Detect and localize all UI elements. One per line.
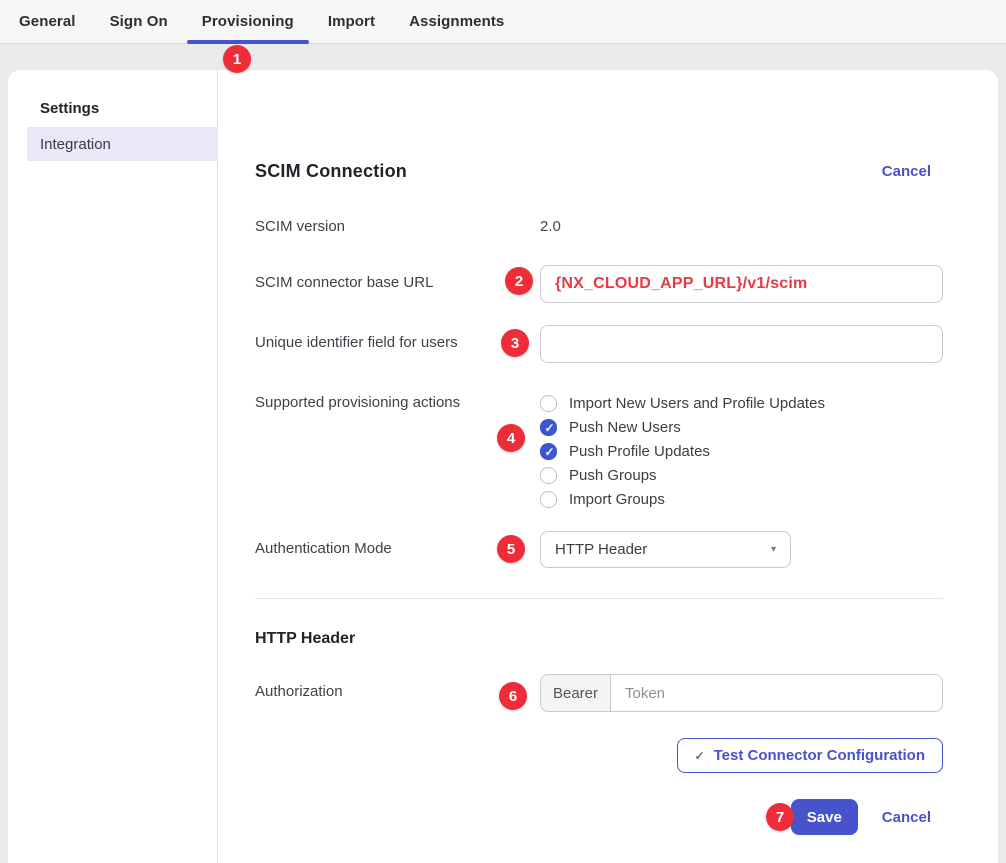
test-connector-label: Test Connector Configuration — [714, 747, 925, 764]
callout-badge-7: 7 — [766, 803, 794, 831]
checkbox-row-import-users-updates[interactable]: Import New Users and Profile Updates — [540, 391, 943, 415]
tab-sign-on[interactable]: Sign On — [93, 0, 185, 43]
auth-mode-row: Authentication Mode HTTP Header — [255, 531, 943, 568]
callout-badge-4: 4 — [497, 424, 525, 452]
checkbox-row-import-groups[interactable]: Import Groups — [540, 487, 943, 511]
callout-badge-6: 6 — [499, 682, 527, 710]
cancel-link-bottom[interactable]: Cancel — [882, 809, 931, 826]
app-tab-bar: General Sign On Provisioning Import Assi… — [0, 0, 1006, 44]
callout-badge-1: 1 — [223, 45, 251, 73]
test-connector-configuration-button[interactable]: Test Connector Configuration — [677, 738, 943, 773]
provisioning-actions-row: Supported provisioning actions Import Ne… — [255, 391, 943, 511]
http-header-section-title: HTTP Header — [255, 630, 355, 648]
provisioning-actions-label: Supported provisioning actions — [255, 391, 540, 511]
checkbox-push-new-users[interactable] — [540, 419, 557, 436]
settings-sidebar: Settings Integration — [8, 70, 218, 863]
cancel-link-top[interactable]: Cancel — [882, 163, 931, 180]
callout-badge-3: 3 — [501, 329, 529, 357]
bearer-prefix: Bearer — [541, 675, 611, 711]
section-divider — [255, 598, 943, 599]
authorization-row: Authorization Bearer — [255, 674, 943, 712]
content-card: Settings Integration SCIM Connection Can… — [8, 70, 998, 863]
unique-id-row: Unique identifier field for users — [255, 325, 943, 363]
base-url-input[interactable] — [540, 265, 943, 303]
auth-mode-select[interactable]: HTTP Header — [540, 531, 791, 568]
check-icon — [695, 749, 705, 763]
checkbox-row-push-new-users[interactable]: Push New Users — [540, 415, 943, 439]
scim-connection-panel: SCIM Connection Cancel SCIM version 2.0 … — [218, 70, 998, 863]
checkbox-push-profile-updates[interactable] — [540, 443, 557, 460]
panel-title: SCIM Connection — [255, 161, 407, 182]
checkbox-row-push-groups[interactable]: Push Groups — [540, 463, 943, 487]
form-actions: Save Cancel — [791, 799, 931, 835]
checkbox-row-push-profile-updates[interactable]: Push Profile Updates — [540, 439, 943, 463]
base-url-label: SCIM connector base URL — [255, 265, 540, 303]
checkbox-label: Push New Users — [569, 419, 681, 436]
auth-mode-selected-value: HTTP Header — [555, 541, 771, 558]
scim-version-value: 2.0 — [540, 218, 561, 235]
checkbox-label: Push Profile Updates — [569, 443, 710, 460]
unique-id-input[interactable] — [540, 325, 943, 363]
checkbox-import-groups[interactable] — [540, 491, 557, 508]
scim-version-row: SCIM version 2.0 — [255, 218, 943, 236]
checkbox-import-users-updates[interactable] — [540, 395, 557, 412]
chevron-down-icon — [771, 544, 776, 555]
callout-badge-5: 5 — [497, 535, 525, 563]
tab-provisioning[interactable]: Provisioning — [185, 0, 311, 43]
callout-badge-2: 2 — [505, 267, 533, 295]
sidebar-item-label: Integration — [40, 136, 111, 153]
sidebar-item-integration[interactable]: Integration — [27, 127, 218, 161]
authorization-input-group: Bearer — [540, 674, 943, 712]
authorization-label: Authorization — [255, 674, 540, 712]
base-url-row: SCIM connector base URL — [255, 265, 943, 303]
checkbox-label: Import New Users and Profile Updates — [569, 395, 825, 412]
checkbox-label: Push Groups — [569, 467, 657, 484]
tab-assignments[interactable]: Assignments — [392, 0, 521, 43]
save-button[interactable]: Save — [791, 799, 858, 835]
token-input[interactable] — [611, 675, 942, 711]
unique-id-label: Unique identifier field for users — [255, 325, 540, 363]
panel-header: SCIM Connection Cancel — [255, 161, 931, 182]
tab-import[interactable]: Import — [311, 0, 392, 43]
sidebar-header: Settings — [40, 100, 217, 117]
tab-general[interactable]: General — [2, 0, 93, 43]
checkbox-label: Import Groups — [569, 491, 665, 508]
page: General Sign On Provisioning Import Assi… — [0, 0, 1006, 863]
scim-version-label: SCIM version — [255, 218, 540, 236]
checkbox-push-groups[interactable] — [540, 467, 557, 484]
